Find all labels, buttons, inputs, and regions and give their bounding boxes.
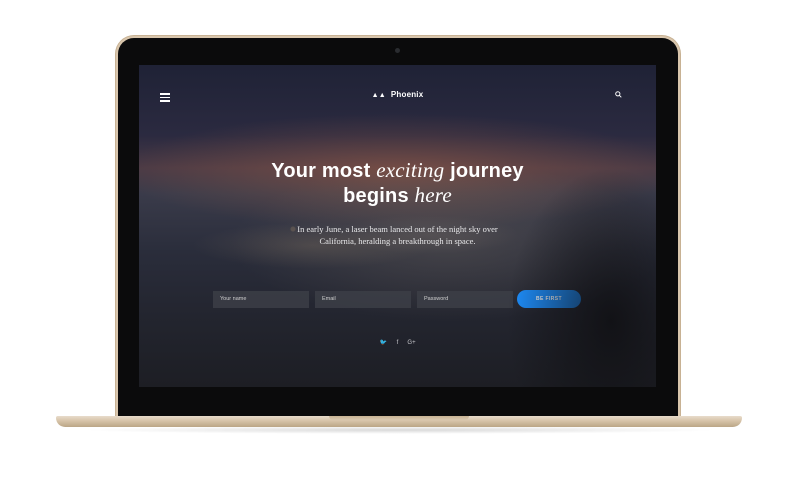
signup-form: Your name Email Password BE FIRST xyxy=(213,290,585,308)
brand-name: Phoenix xyxy=(390,90,424,99)
brand[interactable]: ▲▲ Phoenix xyxy=(139,90,656,99)
title-emphasis: exciting xyxy=(376,158,445,182)
title-text: Your most xyxy=(271,160,371,182)
hero-subtitle: In early June, a laser beam lanced out o… xyxy=(139,223,656,247)
twitter-icon[interactable]: 🐦 xyxy=(379,339,389,346)
hero-title-line-1: Your most exciting journey xyxy=(139,158,656,183)
be-first-button[interactable]: BE FIRST xyxy=(517,290,581,308)
facebook-icon[interactable]: f xyxy=(393,340,403,346)
subtitle-line: In early June, a laser beam lanced out o… xyxy=(297,224,498,234)
subtitle-line: California, heralding a breakthrough in … xyxy=(319,236,476,246)
screen: ▲▲ Phoenix Your most exciting journey beg… xyxy=(139,65,656,387)
laptop-base xyxy=(56,416,742,427)
hero-title: Your most exciting journey begins here xyxy=(139,158,656,208)
laptop-mockup: ▲▲ Phoenix Your most exciting journey beg… xyxy=(0,0,800,480)
phoenix-logo-icon: ▲▲ xyxy=(371,92,386,99)
title-text: journey xyxy=(450,160,524,182)
google-plus-icon[interactable]: G+ xyxy=(407,340,417,346)
camera-icon xyxy=(395,48,400,53)
laptop-notch xyxy=(329,416,469,420)
search-icon[interactable] xyxy=(615,91,622,98)
title-text: begins xyxy=(343,185,409,207)
social-links: 🐦 f G+ xyxy=(139,339,656,346)
title-emphasis: here xyxy=(414,183,452,207)
email-input[interactable]: Email xyxy=(315,291,411,308)
name-input[interactable]: Your name xyxy=(213,291,309,308)
hero-title-line-2: begins here xyxy=(139,183,656,208)
password-input[interactable]: Password xyxy=(417,291,513,308)
laptop-shadow xyxy=(80,426,720,434)
laptop-lid: ▲▲ Phoenix Your most exciting journey beg… xyxy=(118,38,678,422)
